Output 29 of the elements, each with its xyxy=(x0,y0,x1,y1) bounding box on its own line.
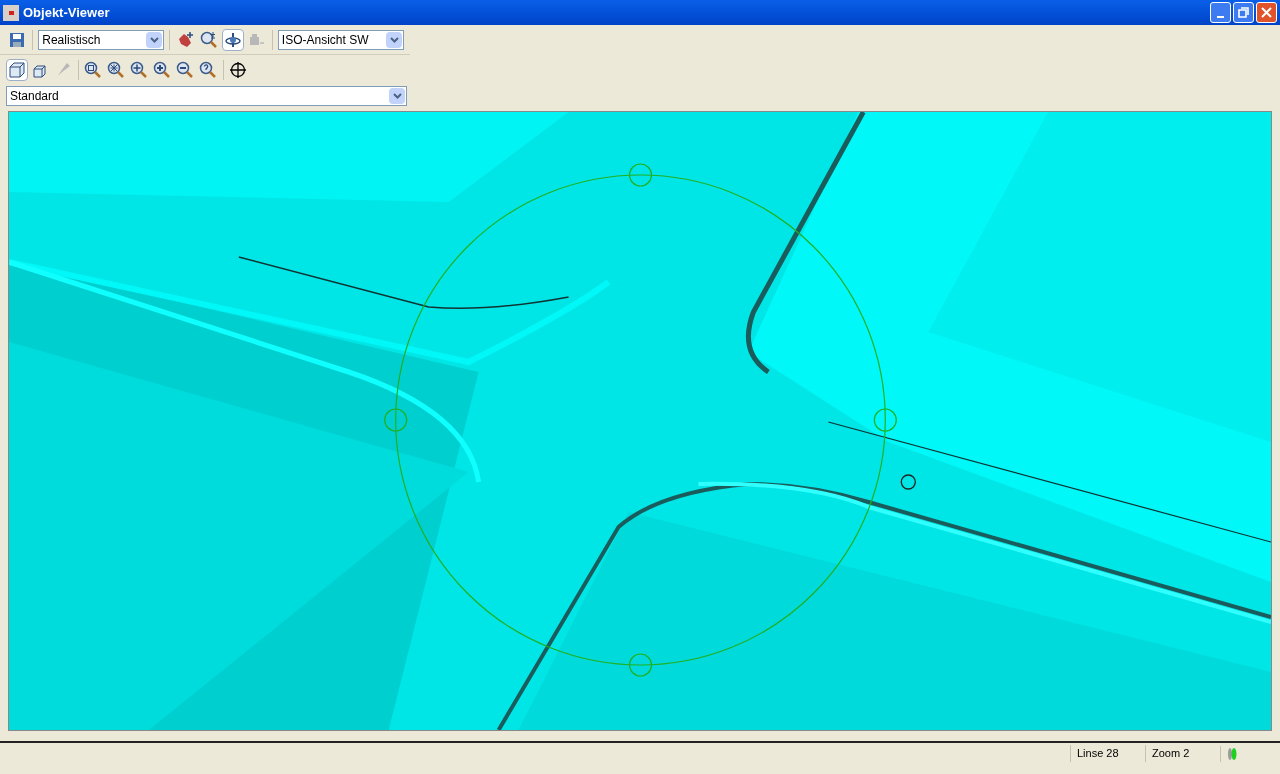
zoom-in-icon xyxy=(153,61,171,79)
window-title: Objekt-Viewer xyxy=(23,3,110,22)
toolbar-button[interactable] xyxy=(227,59,249,81)
view-dropdown[interactable]: ISO-Ansicht SW xyxy=(277,29,404,50)
cube-icon xyxy=(8,61,26,79)
dropdown-value: Standard xyxy=(10,88,59,105)
zoom-status: Zoom 2 xyxy=(1145,745,1220,762)
crosshair-icon xyxy=(229,61,247,79)
zoom-icon xyxy=(107,61,125,79)
visual-style-dropdown[interactable]: Realistisch xyxy=(38,29,165,50)
restore-button[interactable] xyxy=(1233,2,1254,23)
zoom-icon xyxy=(199,61,217,79)
close-button[interactable] xyxy=(1256,2,1277,23)
dropdown-value: Realistisch xyxy=(42,31,101,49)
zoom-out-icon xyxy=(176,61,194,79)
minimize-button[interactable] xyxy=(1210,2,1231,23)
orbit-icon xyxy=(223,30,242,49)
restore-icon xyxy=(1238,7,1249,18)
lens-status: Linse 28 xyxy=(1070,745,1145,762)
status-indicator-icon xyxy=(1227,746,1237,761)
app-icon xyxy=(3,4,19,21)
zoom-icon xyxy=(84,61,102,79)
zoom-icon xyxy=(130,61,148,79)
close-icon xyxy=(1261,7,1272,18)
dropdown-value: ISO-Ansicht SW xyxy=(281,31,369,49)
magnifier-icon xyxy=(200,30,219,49)
toolbar-button[interactable] xyxy=(6,59,28,81)
toolbar-button[interactable] xyxy=(222,28,244,51)
ucs-dropdown[interactable]: Standard xyxy=(6,86,407,106)
